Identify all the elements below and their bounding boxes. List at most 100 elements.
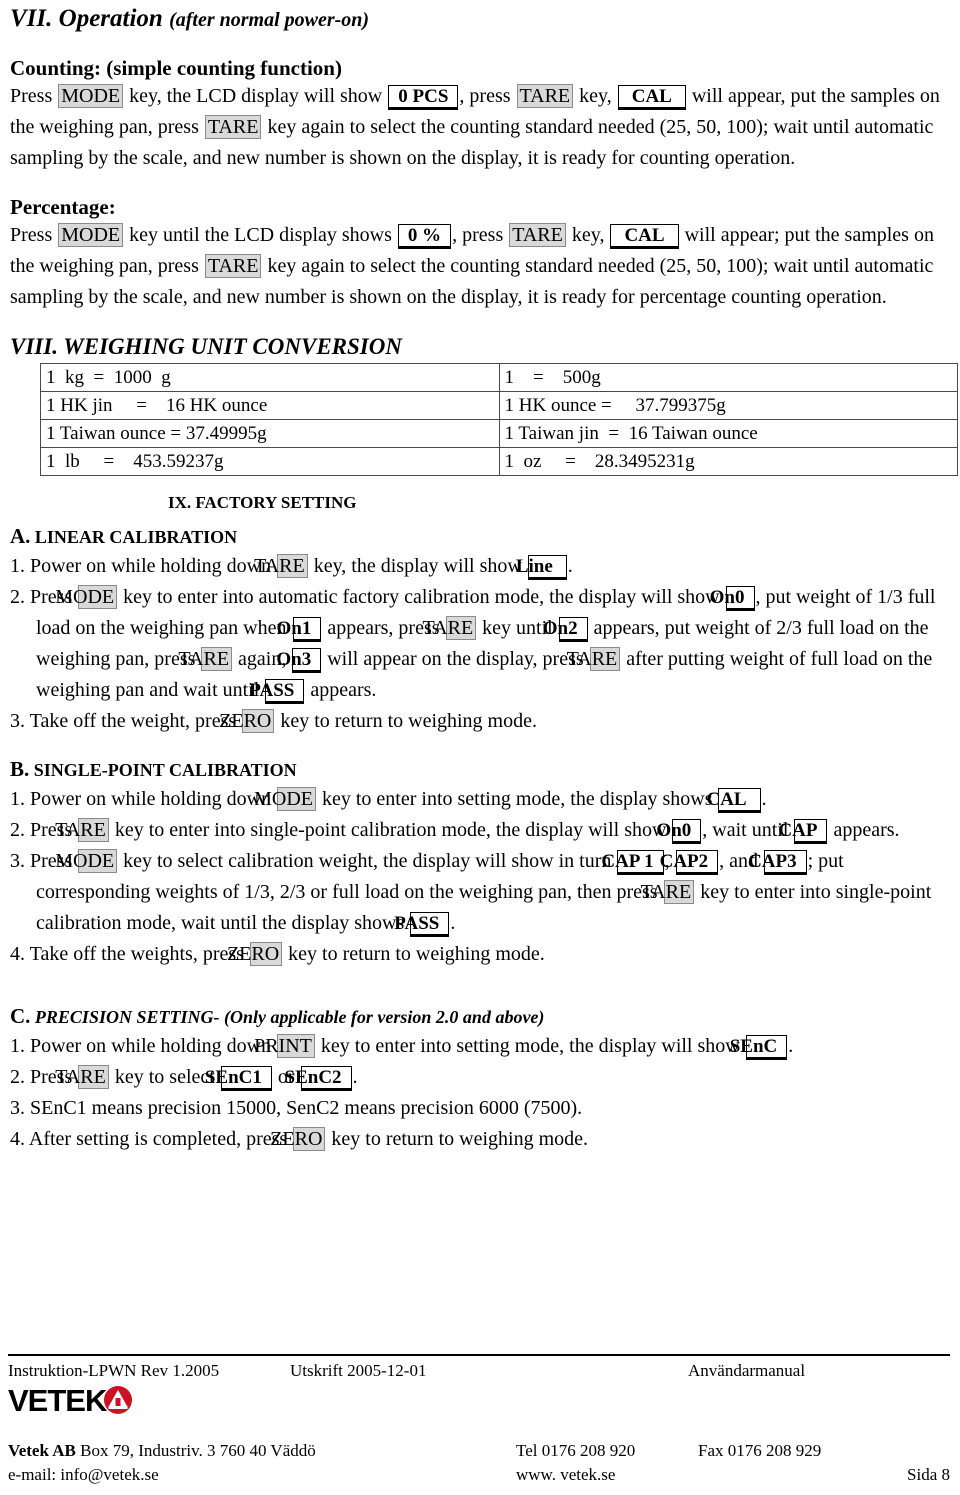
weighing-unit-conversion-table: 1 kg = 1000 g 1 = 500g 1 HK jin = 16 HK … xyxy=(40,363,958,476)
key-mode-pct[interactable]: MODE xyxy=(58,223,124,247)
key-tare-pct-2[interactable]: TARE xyxy=(204,254,262,278)
linear-step2-text-8: will appear on the display, press xyxy=(322,648,589,670)
single-step4-text-1: 4. Take off the weights, press xyxy=(10,943,249,965)
conversion-cell: 1 lb = 453.59237g xyxy=(40,447,500,476)
footer-website[interactable]: www. vetek.se xyxy=(516,1463,615,1487)
page-footer: Instruktion-LPWN Rev 1.2005 Utskrift 200… xyxy=(8,1354,950,1487)
conversion-cell: 1 HK jin = 16 HK ounce xyxy=(40,391,500,420)
section-heading-operation: VII. Operation (after normal power-on) xyxy=(10,4,950,35)
precision-setting-letter: C. xyxy=(10,1004,31,1028)
key-mode-single-2[interactable]: MODE xyxy=(55,849,118,873)
precision-step-4: 4. After setting is completed, press ZER… xyxy=(10,1124,950,1155)
counting-text-2: key, the LCD display will show xyxy=(124,85,388,107)
conversion-cell: 1 kg = 1000 g xyxy=(40,363,500,392)
precision-step2-text-4: . xyxy=(352,1066,358,1088)
linear-calibration-letter: A. xyxy=(10,524,31,548)
table-row: 1 lb = 453.59237g 1 oz = 28.3495231g xyxy=(40,447,958,476)
footer-address-line-2: e-mail: info@vetek.se www. vetek.se Sida… xyxy=(8,1463,950,1487)
key-tare-pct-1[interactable]: TARE xyxy=(509,223,566,247)
single-point-calibration-heading: B. SINGLE-POINT CALIBRATION xyxy=(10,757,950,782)
single-point-label: SINGLE-POINT CALIBRATION xyxy=(29,760,297,780)
conversion-number: VIII. xyxy=(10,334,58,359)
footer-print-date: Utskrift 2005-12-01 xyxy=(290,1361,427,1380)
lcd-display-cap: CAP xyxy=(778,819,828,844)
factory-setting-heading: IX. FACTORY SETTING xyxy=(168,493,357,512)
single-step-4: 4. Take off the weights, press ZERO key … xyxy=(10,939,950,970)
precision-step-3: 3. SEnC1 means precision 15000, SenC2 me… xyxy=(10,1093,950,1124)
key-tare-2[interactable]: TARE xyxy=(204,115,262,139)
precision-step4-text-2: key to return to weighing mode. xyxy=(326,1128,589,1150)
footer-divider xyxy=(8,1354,950,1356)
lcd-display-pass-single: PASS xyxy=(394,912,450,937)
footer-fax: Fax 0176 208 929 xyxy=(698,1441,822,1460)
conversion-table-body: 1 kg = 1000 g 1 = 500g 1 HK jin = 16 HK … xyxy=(40,363,958,476)
linear-step-3: 3. Take off the weight, press ZERO key t… xyxy=(10,706,950,737)
key-zero-linear[interactable]: ZERO xyxy=(219,709,275,733)
percentage-text-1: Press xyxy=(10,224,58,246)
counting-text-3: , press xyxy=(459,85,516,107)
single-step4-text-2: key to return to weighing mode. xyxy=(283,943,545,965)
counting-text-1: Press xyxy=(10,85,58,107)
precision-step1-text-2: key to enter into setting mode, the disp… xyxy=(315,1035,745,1057)
single-step-2: 2. Press TARE key to enter into single-p… xyxy=(10,815,950,846)
lcd-display-cap2: CAP2 xyxy=(660,850,719,875)
table-row: 1 Taiwan ounce = 37.49995g 1 Taiwan jin … xyxy=(40,419,958,448)
footer-doc-type: Användarmanual xyxy=(688,1361,806,1380)
footer-page-number: Sida 8 xyxy=(907,1465,950,1484)
key-tare-linear-1[interactable]: TARE xyxy=(254,554,308,578)
key-zero-single[interactable]: ZERO xyxy=(227,942,283,966)
section-heading-conversion: VIII. WEIGHING UNIT CONVERSION xyxy=(10,333,950,361)
table-row: 1 HK jin = 16 HK ounce 1 HK ounce = 37.7… xyxy=(40,391,958,420)
key-tare-linear-3[interactable]: TARE xyxy=(178,647,233,671)
section-subtitle: (after normal power-on) xyxy=(169,9,370,31)
lcd-display-on3: On3 xyxy=(276,648,322,673)
footer-email[interactable]: e-mail: info@vetek.se xyxy=(8,1463,159,1487)
precision-step2-text-2: key to select xyxy=(109,1066,220,1088)
single-step3-text-7: . xyxy=(450,912,456,934)
precision-setting-label: PRECISION SETTING- (Only applicable for … xyxy=(30,1007,545,1027)
vetek-logo: VETEK xyxy=(8,1383,950,1417)
lcd-display-cal-single: CAL xyxy=(706,788,761,813)
linear-step3-text-2: key to return to weighing mode. xyxy=(275,710,537,732)
precision-setting-heading: C. PRECISION SETTING- (Only applicable f… xyxy=(10,1004,950,1029)
linear-step-1: 1. Power on while holding down TARE key,… xyxy=(10,551,950,582)
footer-telephone: Tel 0176 208 920 xyxy=(516,1441,636,1460)
key-tare-single-2[interactable]: TARE xyxy=(641,880,695,904)
key-tare-linear-2[interactable]: TARE xyxy=(423,616,477,640)
single-step-3: 3. Press MODE key to select calibration … xyxy=(10,846,950,939)
lcd-display-cal: CAL xyxy=(617,85,686,110)
key-mode-single-1[interactable]: MODE xyxy=(254,787,316,811)
key-print[interactable]: PRINT xyxy=(254,1034,315,1058)
lcd-display-senc1: SEnC1 xyxy=(205,1066,272,1091)
single-step1-text-2: key to enter into setting mode, the disp… xyxy=(316,788,718,810)
counting-text-4: key, xyxy=(574,85,617,107)
footer-address-line-1: Vetek AB Box 79, Industriv. 3 760 40 Väd… xyxy=(8,1439,950,1463)
lcd-display-line: Line xyxy=(516,555,567,580)
key-tare-single-1[interactable]: TARE xyxy=(55,818,109,842)
key-mode[interactable]: MODE xyxy=(58,84,124,108)
key-mode-linear[interactable]: MODE xyxy=(55,585,118,609)
footer-meta-row: Instruktion-LPWN Rev 1.2005 Utskrift 200… xyxy=(8,1359,950,1382)
precision-step-2: 2. Press TARE key to select SEnC1 or SEn… xyxy=(10,1062,950,1093)
percentage-text-4: key, xyxy=(566,224,610,246)
key-tare-1[interactable]: TARE xyxy=(516,84,574,108)
key-tare-precision[interactable]: TARE xyxy=(55,1065,109,1089)
conversion-cell: 1 = 500g xyxy=(498,363,958,392)
footer-address-block: Vetek AB Box 79, Industriv. 3 760 40 Väd… xyxy=(8,1439,950,1487)
precision-step1-text-1: 1. Power on while holding down xyxy=(10,1035,277,1057)
lcd-display-0-percent: 0 % xyxy=(397,224,452,249)
vetek-logo-mark-icon xyxy=(104,1386,133,1414)
percentage-paragraph: Press MODE key until the LCD display sho… xyxy=(10,220,950,313)
lcd-display-senc: SEnC xyxy=(730,1035,788,1060)
percentage-heading: Percentage: xyxy=(10,195,116,219)
footer-company-address: Box 79, Industriv. 3 760 40 Väddö xyxy=(75,1441,316,1460)
footer-company: Vetek AB Box 79, Industriv. 3 760 40 Väd… xyxy=(8,1439,316,1463)
conversion-cell: 1 Taiwan ounce = 37.49995g xyxy=(40,419,500,448)
section-number: VII. xyxy=(10,5,53,32)
single-point-letter: B. xyxy=(10,757,30,781)
key-tare-linear-4[interactable]: TARE xyxy=(567,647,621,671)
lcd-display-on0-single: On0 xyxy=(656,819,702,844)
single-step1-text-3: . xyxy=(761,788,767,810)
single-step1-text-1: 1. Power on while holding down xyxy=(10,788,277,810)
key-zero-precision[interactable]: ZERO xyxy=(270,1127,326,1151)
